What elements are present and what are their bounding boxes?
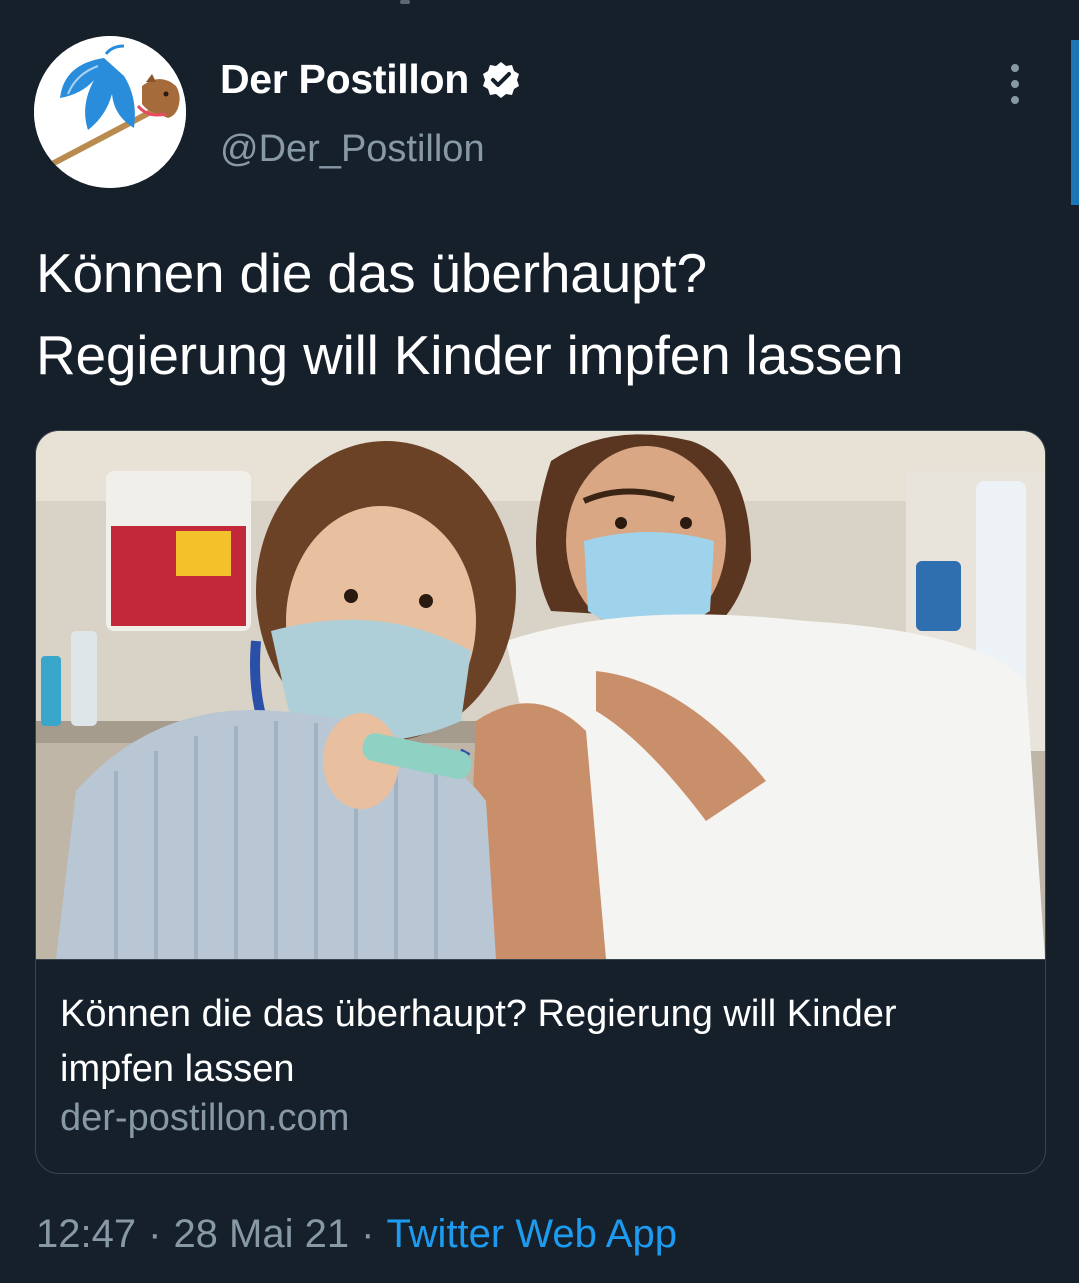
postillon-logo-icon — [34, 36, 186, 188]
user-handle[interactable]: @Der_Postillon — [220, 128, 485, 171]
tweet-source-link[interactable]: Twitter Web App — [386, 1212, 677, 1256]
tweet-time[interactable]: 12:47 — [36, 1212, 136, 1256]
tweet-text: Können die das überhaupt? Regierung will… — [36, 232, 1046, 396]
card-domain: der-postillon.com — [60, 1097, 350, 1139]
tweet-metadata: 12:47 · 28 Mai 21 · Twitter Web App — [36, 1212, 677, 1257]
child-with-toy-syringe-and-man-with-mask-photo — [36, 431, 1045, 959]
avatar[interactable] — [34, 36, 186, 188]
separator-dot: · — [361, 1212, 375, 1256]
tweet-text-line-2: Regierung will Kinder impfen lassen — [36, 324, 904, 386]
tweet-date[interactable]: 28 Mai 21 — [173, 1212, 349, 1256]
verified-badge-icon — [482, 61, 519, 98]
card-title: Können die das überhaupt? Regierung will… — [60, 993, 897, 1090]
top-edge-fragment — [400, 0, 410, 4]
card-image[interactable] — [36, 431, 1045, 960]
more-options-icon[interactable] — [1003, 64, 1027, 104]
name-row: Der Postillon — [220, 56, 521, 103]
separator-dot: · — [148, 1212, 162, 1256]
link-preview-card[interactable]: Können die das überhaupt? Regierung will… — [35, 430, 1046, 1174]
tweet-text-line-1: Können die das überhaupt? — [36, 242, 707, 304]
tweet-header: Der Postillon @Der_Postillon — [34, 36, 1039, 191]
display-name[interactable]: Der Postillon — [220, 56, 469, 103]
scrollbar[interactable] — [1071, 40, 1079, 205]
